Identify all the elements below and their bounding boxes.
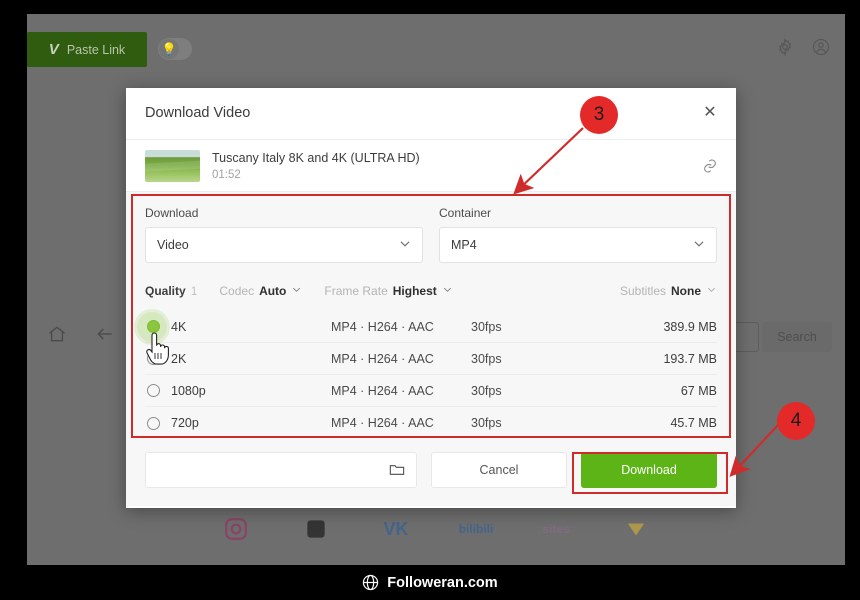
- radio-button[interactable]: [147, 384, 160, 397]
- quality-codec: MP4 · H264 · AAC: [331, 416, 471, 430]
- toolbar-right-icons: [776, 38, 830, 56]
- vimeo-icon: [619, 518, 653, 540]
- framerate-label: Frame Rate: [324, 284, 387, 298]
- codec-label: Codec: [219, 284, 254, 298]
- quality-tab-value: 1: [191, 284, 198, 298]
- download-video-dialog: Download Video ✕ Tuscany Italy 8K and 4K…: [126, 88, 736, 508]
- table-row[interactable]: 2K MP4 · H264 · AAC 30fps 193.7 MB: [145, 343, 717, 375]
- download-type-select[interactable]: Video: [145, 227, 423, 263]
- video-duration: 01:52: [212, 169, 420, 181]
- quality-size: 193.7 MB: [591, 352, 717, 366]
- quality-codec: MP4 · H264 · AAC: [331, 352, 471, 366]
- quality-option-list: 4K MP4 · H264 · AAC 30fps 389.9 MB 2K MP…: [145, 311, 717, 439]
- subtitles-selector[interactable]: Subtitles None: [620, 284, 717, 298]
- radio-button[interactable]: [147, 320, 160, 333]
- save-path-input[interactable]: [145, 452, 417, 488]
- quality-codec: MP4 · H264 · AAC: [331, 384, 471, 398]
- watermark: Followeran.com: [0, 565, 860, 600]
- container-value: MP4: [451, 238, 477, 252]
- table-row[interactable]: 1080p MP4 · H264 · AAC 30fps 67 MB: [145, 375, 717, 407]
- download-button[interactable]: Download: [581, 452, 717, 488]
- quality-codec: MP4 · H264 · AAC: [331, 320, 471, 334]
- app-toolbar: V Paste Link 💡: [27, 14, 845, 59]
- subtitles-label: Subtitles: [620, 284, 666, 298]
- step-badge-3: 3: [580, 96, 618, 134]
- chevron-down-icon: [398, 237, 412, 254]
- chevron-down-icon: [692, 237, 706, 254]
- chevron-down-icon: [706, 284, 717, 298]
- quality-tab[interactable]: Quality 1: [145, 284, 197, 298]
- video-meta: Tuscany Italy 8K and 4K (ULTRA HD) 01:52: [212, 150, 420, 182]
- dialog-header: Download Video ✕: [126, 88, 736, 140]
- framerate-value: Highest: [393, 284, 437, 298]
- paste-link-button[interactable]: V Paste Link: [27, 32, 147, 67]
- format-fields: Download Video Container MP4: [145, 206, 717, 263]
- download-type-value: Video: [157, 238, 189, 252]
- background-site-icons: VK bilibili sites: [27, 512, 845, 546]
- folder-icon[interactable]: [389, 463, 405, 477]
- background-search-button[interactable]: Search: [762, 322, 832, 352]
- table-row[interactable]: 4K MP4 · H264 · AAC 30fps 389.9 MB: [145, 311, 717, 343]
- dialog-footer: Cancel Download: [126, 433, 736, 506]
- tiktok-icon: [299, 518, 333, 540]
- quality-size: 389.9 MB: [591, 320, 717, 334]
- lightbulb-icon: 💡: [162, 43, 177, 55]
- quality-name: 720p: [171, 416, 331, 430]
- vimeo-logo-icon: V: [49, 42, 59, 57]
- step-badge-4: 4: [777, 402, 815, 440]
- quality-fps: 30fps: [471, 320, 591, 334]
- quality-size: 67 MB: [591, 384, 717, 398]
- video-title: Tuscany Italy 8K and 4K (ULTRA HD): [212, 150, 420, 167]
- cancel-button[interactable]: Cancel: [431, 452, 567, 488]
- gear-icon[interactable]: [776, 38, 794, 56]
- container-label: Container: [439, 206, 717, 220]
- radio-button[interactable]: [147, 352, 160, 365]
- close-icon[interactable]: ✕: [700, 103, 720, 123]
- quality-fps: 30fps: [471, 352, 591, 366]
- container-select[interactable]: MP4: [439, 227, 717, 263]
- download-options-panel: Download Video Container MP4: [126, 192, 736, 433]
- watermark-text: Followeran.com: [387, 575, 497, 591]
- page-title: Download Video: [145, 105, 250, 121]
- quality-fps: 30fps: [471, 416, 591, 430]
- subtitles-value: None: [671, 284, 701, 298]
- quality-sub-controls: Quality 1 Codec Auto Frame Rate Highest: [145, 282, 717, 300]
- globe-icon: [362, 574, 379, 591]
- bilibili-icon: bilibili: [459, 518, 493, 540]
- quality-size: 45.7 MB: [591, 416, 717, 430]
- download-type-field: Download Video: [145, 206, 423, 263]
- chevron-down-icon: [291, 284, 302, 298]
- chevron-down-icon: [442, 284, 453, 298]
- framerate-selector[interactable]: Frame Rate Highest: [324, 284, 452, 298]
- quality-name: 2K: [171, 352, 331, 366]
- theme-toggle[interactable]: 💡: [158, 38, 192, 60]
- vk-icon: VK: [379, 518, 413, 540]
- home-icon[interactable]: [47, 324, 67, 344]
- quality-tab-label: Quality: [145, 284, 186, 298]
- toggle-knob: 💡: [159, 39, 179, 59]
- link-icon[interactable]: [702, 158, 718, 174]
- sites-icon: sites: [539, 518, 573, 540]
- screenshot-root: V Paste Link 💡: [0, 0, 860, 600]
- container-field: Container MP4: [439, 206, 717, 263]
- instagram-icon: [219, 518, 253, 540]
- user-account-icon[interactable]: [812, 38, 830, 56]
- download-type-label: Download: [145, 206, 423, 220]
- video-info-row: Tuscany Italy 8K and 4K (ULTRA HD) 01:52: [126, 140, 736, 192]
- radio-button[interactable]: [147, 417, 160, 430]
- arrow-left-icon[interactable]: [95, 324, 115, 344]
- quality-name: 4K: [171, 320, 331, 334]
- quality-name: 1080p: [171, 384, 331, 398]
- codec-selector[interactable]: Codec Auto: [219, 284, 302, 298]
- codec-value: Auto: [259, 284, 286, 298]
- paste-link-label: Paste Link: [67, 43, 125, 57]
- quality-fps: 30fps: [471, 384, 591, 398]
- video-thumbnail: [145, 150, 200, 182]
